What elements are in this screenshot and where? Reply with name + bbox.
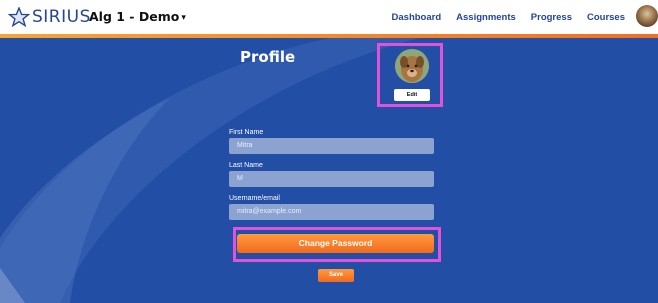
save-button[interactable]: Save — [318, 269, 354, 282]
profile-avatar — [395, 49, 429, 83]
dog-photo-icon — [395, 49, 429, 83]
username-field[interactable] — [229, 204, 434, 220]
nav-assignments[interactable]: Assignments — [456, 12, 516, 23]
change-password-button[interactable]: Change Password — [237, 234, 434, 253]
last-name-label: Last Name — [229, 162, 263, 169]
first-name-label: First Name — [229, 129, 264, 136]
brand-name: SIRIUS — [32, 7, 91, 27]
course-selector[interactable]: Alg 1 - Demo ▾ — [89, 9, 186, 24]
top-nav-bar: SIRIUS Alg 1 - Demo ▾ Dashboard Assignme… — [0, 0, 658, 34]
nav-dashboard[interactable]: Dashboard — [392, 12, 442, 23]
chevron-down-icon: ▾ — [181, 13, 186, 23]
user-avatar[interactable] — [636, 5, 658, 27]
brand-logo[interactable]: SIRIUS — [8, 7, 91, 27]
nav-progress[interactable]: Progress — [531, 12, 572, 23]
nav-courses[interactable]: Courses — [587, 12, 625, 23]
last-name-field[interactable] — [229, 171, 434, 187]
course-selector-label: Alg 1 - Demo — [89, 9, 180, 24]
first-name-field[interactable] — [229, 138, 434, 154]
star-icon — [8, 7, 30, 27]
page-title: Profile — [240, 48, 296, 66]
main-nav: Dashboard Assignments Progress Courses — [392, 12, 625, 23]
username-label: Username/email — [229, 195, 280, 202]
edit-avatar-button[interactable]: Edit — [394, 89, 430, 101]
